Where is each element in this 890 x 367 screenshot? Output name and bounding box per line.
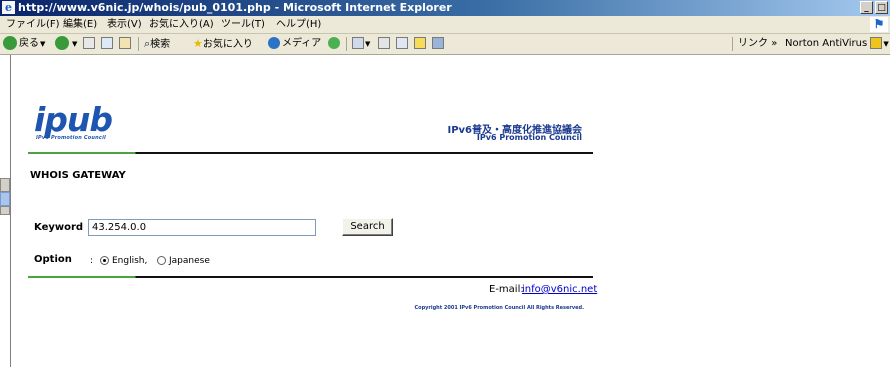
minimize-button[interactable]: _ [860, 1, 873, 14]
stop-icon [83, 37, 95, 49]
left-frame-tab[interactable] [0, 206, 10, 215]
menu-file[interactable]: ファイル(F) [6, 16, 60, 33]
edit-page-icon [396, 37, 408, 49]
norton-antivirus-button[interactable]: Norton AntiVirus ▼ [785, 36, 889, 52]
org-name-english: IPv6 Promotion Council [476, 133, 582, 142]
back-label: 戻る [19, 38, 39, 49]
refresh-button[interactable] [101, 36, 113, 52]
japanese-radio-label: Japanese [169, 256, 210, 266]
maximize-button[interactable]: □ [875, 1, 888, 14]
email-label: E-mail: [489, 284, 524, 295]
back-arrow-icon [3, 36, 17, 50]
left-frame-tab[interactable] [0, 178, 10, 192]
history-icon [328, 37, 340, 49]
links-chevron-icon: » [771, 38, 778, 49]
menu-edit[interactable]: 編集(E) [63, 16, 97, 33]
search-button[interactable]: Search [342, 218, 393, 236]
home-icon [119, 37, 131, 49]
window-controls: _ □ [860, 1, 888, 15]
menu-favorites[interactable]: お気に入り(A) [149, 16, 214, 33]
back-button[interactable]: 戻る▼ [3, 36, 45, 52]
media-label: メディア [282, 38, 322, 49]
discuss-button[interactable] [414, 36, 426, 52]
media-button[interactable]: メディア [268, 36, 321, 52]
copyright-notice: Copyright 2001 IPv6 Promotion Council Al… [414, 305, 584, 311]
norton-icon [870, 37, 883, 49]
edit-button[interactable] [396, 36, 408, 52]
ipub-logo: ipub IPv6 Promotion Council [34, 100, 113, 141]
note-icon [414, 37, 426, 49]
favorites-button[interactable]: ★お気に入り [193, 36, 253, 52]
toolbar-separator [346, 37, 347, 51]
messenger-icon [432, 37, 444, 49]
page-title: WHOIS GATEWAY [30, 170, 126, 181]
keyword-input[interactable] [88, 219, 316, 236]
email-link[interactable]: info@v6nic.net [522, 284, 597, 295]
favorites-label: お気に入り [202, 39, 253, 50]
history-button[interactable] [328, 36, 342, 52]
english-radio-label: English, [112, 256, 148, 266]
left-frame-tab-selected[interactable] [0, 192, 10, 206]
toolbar-separator [732, 37, 733, 51]
media-icon [268, 37, 280, 49]
menu-view[interactable]: 表示(V) [107, 16, 142, 33]
window-title: http://www.v6nic.jp/whois/pub_0101.php -… [18, 1, 452, 14]
page-viewport [0, 55, 890, 367]
refresh-icon [101, 37, 113, 49]
menu-tools[interactable]: ツール(T) [221, 16, 265, 33]
option-label: Option [34, 254, 72, 265]
standard-toolbar: 戻る▼ ▼ ⌕検索 ★お気に入り メディア ▼ リンク » Norton Ant… [0, 34, 890, 55]
menu-help[interactable]: ヘルプ(H) [276, 16, 321, 33]
dropdown-arrow-icon: ▼ [883, 40, 889, 48]
stop-button[interactable] [83, 36, 95, 52]
search-button[interactable]: ⌕検索 [144, 36, 170, 52]
japanese-radio[interactable] [157, 256, 166, 265]
dropdown-arrow-icon: ▼ [72, 40, 78, 48]
messenger-button[interactable] [432, 36, 444, 52]
footer-divider [28, 276, 593, 278]
forward-button[interactable]: ▼ [55, 36, 77, 52]
links-button[interactable]: リンク » [738, 36, 777, 52]
search-label: 検索 [150, 39, 171, 50]
menu-bar: ファイル(F) 編集(E) 表示(V) お気に入り(A) ツール(T) ヘルプ(… [0, 16, 890, 34]
ie-icon: e [2, 1, 15, 14]
keyword-label: Keyword [34, 222, 84, 233]
mail-icon [352, 37, 364, 49]
windows-flag-icon: ⚑ [870, 17, 888, 32]
links-label: リンク [738, 38, 768, 49]
toolbar-separator [138, 37, 139, 51]
option-colon: : [90, 256, 94, 266]
forward-arrow-icon [55, 36, 69, 50]
dropdown-arrow-icon: ▼ [365, 40, 371, 48]
home-button[interactable] [119, 36, 131, 52]
english-radio[interactable] [100, 256, 109, 265]
star-icon: ★ [193, 37, 203, 50]
print-icon [378, 37, 390, 49]
window-titlebar: e http://www.v6nic.jp/whois/pub_0101.php… [0, 0, 890, 16]
dropdown-arrow-icon: ▼ [40, 40, 46, 48]
print-button[interactable] [378, 36, 390, 52]
header-divider [28, 152, 593, 154]
logo-subtitle: IPv6 Promotion Council [36, 135, 106, 141]
norton-label: Norton AntiVirus [785, 38, 868, 49]
mail-button[interactable]: ▼ [352, 36, 370, 52]
logo-wordmark: ipub [34, 100, 113, 139]
